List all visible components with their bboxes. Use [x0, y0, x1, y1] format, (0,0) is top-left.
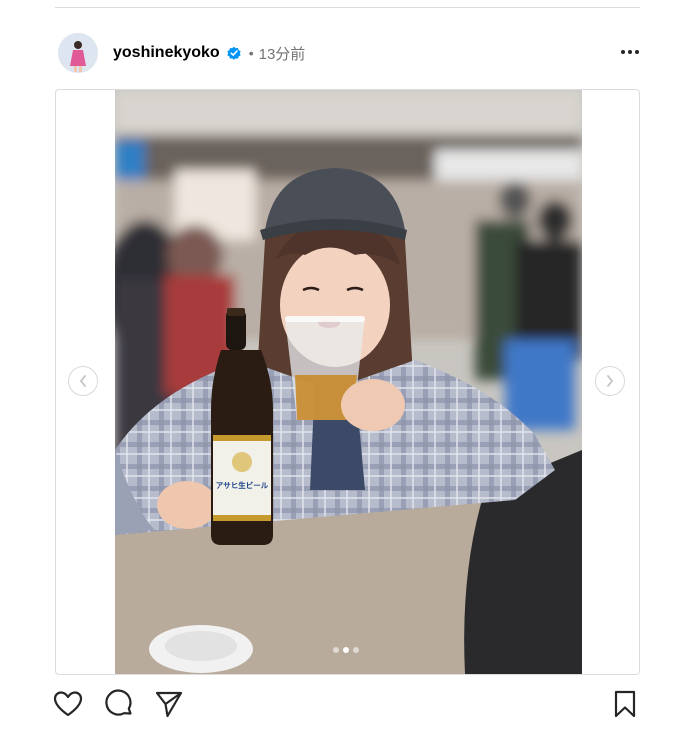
- post-actions-bar: [0, 688, 697, 722]
- photo-scene: アサヒ生ビール: [115, 90, 582, 674]
- post-timestamp[interactable]: 13分前: [259, 43, 306, 64]
- verified-badge-icon: [227, 46, 241, 60]
- top-divider: [55, 7, 640, 8]
- post-header: yoshinekyoko • 13分前: [58, 32, 643, 74]
- avatar-image: [58, 33, 98, 73]
- carousel-dot: [333, 647, 339, 653]
- post-media-frame: アサヒ生ビール: [55, 89, 640, 675]
- post-photo[interactable]: アサヒ生ビール: [115, 90, 582, 674]
- carousel-dot: [353, 647, 359, 653]
- meta-separator: •: [248, 45, 254, 61]
- carousel-dot-active: [343, 647, 349, 653]
- carousel-indicator: [333, 647, 359, 653]
- bookmark-icon[interactable]: [609, 688, 641, 720]
- paper-plane-icon[interactable]: [153, 688, 185, 720]
- comment-bubble-icon[interactable]: [103, 688, 135, 720]
- chevron-right-icon[interactable]: [595, 366, 625, 396]
- more-options-icon[interactable]: [617, 42, 643, 62]
- username[interactable]: yoshinekyoko: [113, 44, 220, 62]
- heart-icon[interactable]: [52, 688, 84, 720]
- bottle-label: アサヒ生ビール: [216, 480, 269, 490]
- avatar[interactable]: [58, 33, 98, 73]
- chevron-left-icon[interactable]: [68, 366, 98, 396]
